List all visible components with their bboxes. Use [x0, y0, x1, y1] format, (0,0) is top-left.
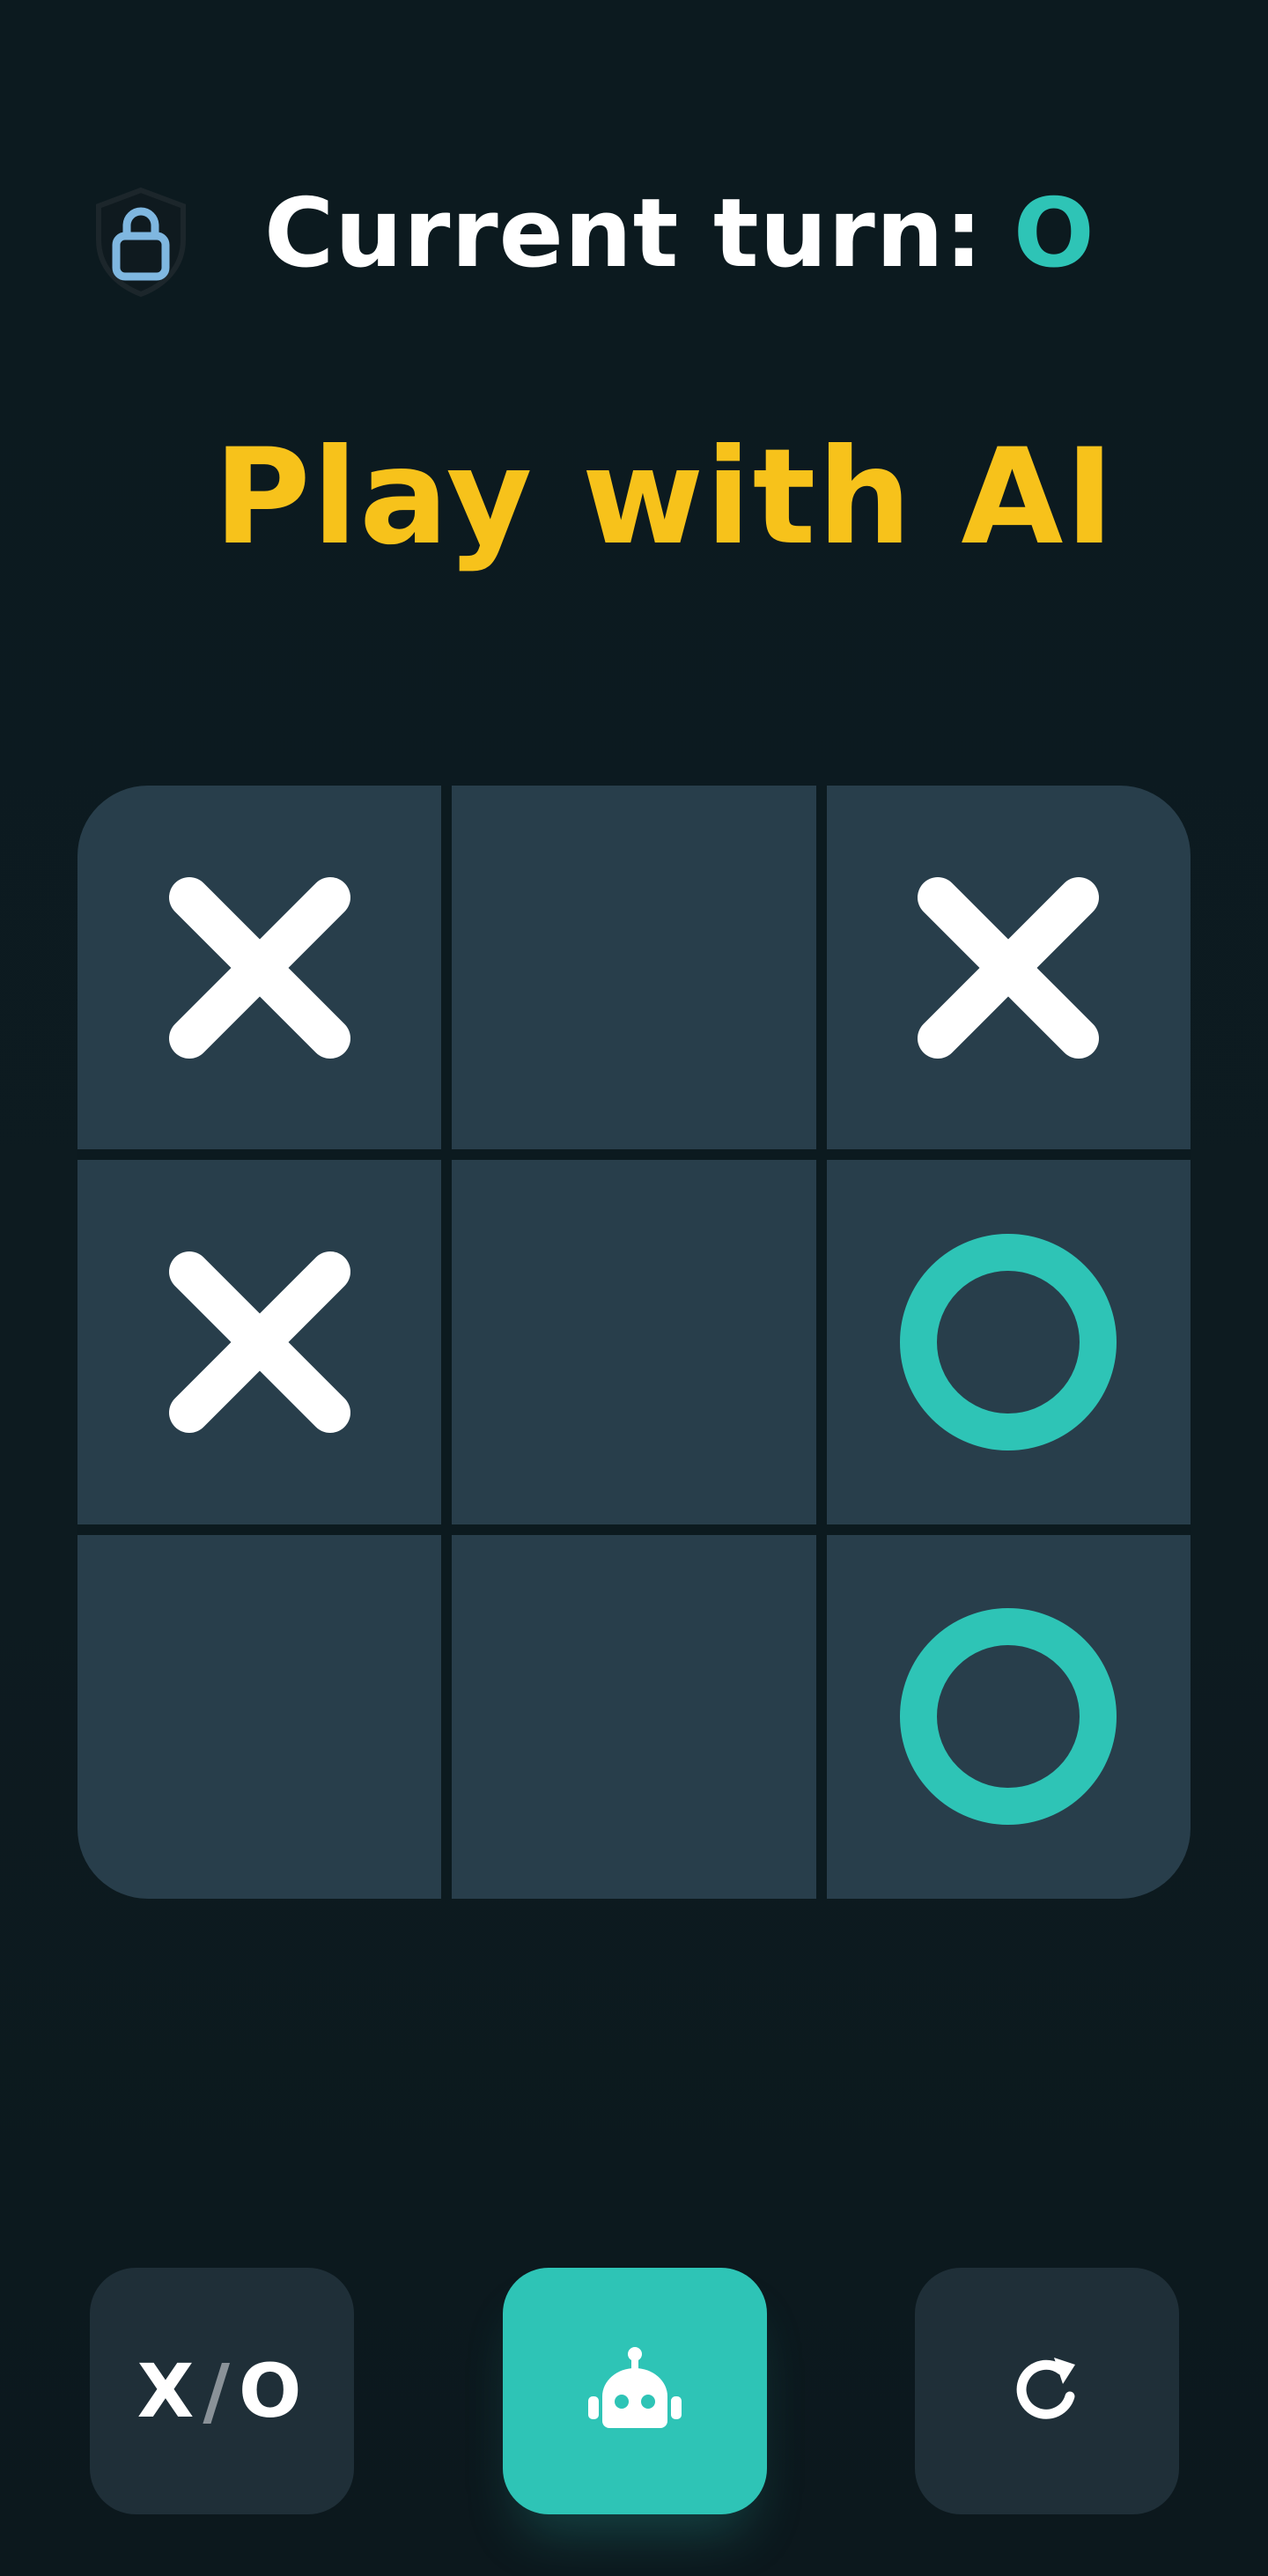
robot-icon	[586, 2345, 683, 2437]
board-cell-bottom-center[interactable]	[452, 1534, 816, 1899]
mode-toggle-slash: /	[203, 2348, 236, 2434]
board-cell-top-left[interactable]	[77, 786, 442, 1150]
board-cell-bottom-right[interactable]	[826, 1534, 1191, 1899]
x-mark-icon	[163, 871, 357, 1065]
restart-icon	[1010, 2352, 1084, 2430]
board-cell-middle-left[interactable]	[77, 1160, 442, 1524]
board-cell-bottom-left[interactable]	[77, 1534, 442, 1899]
game-board	[77, 786, 1191, 1899]
mode-toggle-x: X	[136, 2348, 200, 2434]
board-cell-top-center[interactable]	[452, 786, 816, 1150]
turn-value: O	[1013, 178, 1095, 289]
lock-shield-icon[interactable]	[90, 185, 192, 298]
game-screen: Current turn: O Play with AI X / O	[0, 0, 1268, 2576]
o-mark-icon	[898, 1606, 1118, 1827]
mode-toggle-o: O	[239, 2348, 307, 2434]
mode-title: Play with AI	[213, 421, 1117, 574]
x-mark-icon	[163, 1245, 357, 1439]
mode-toggle-label: X / O	[137, 2348, 307, 2434]
board-cell-center[interactable]	[452, 1160, 816, 1524]
o-mark-icon	[898, 1232, 1118, 1452]
board-cell-middle-right[interactable]	[826, 1160, 1191, 1524]
board-cell-top-right[interactable]	[826, 786, 1191, 1150]
ai-mode-button[interactable]	[503, 2268, 767, 2514]
mode-toggle-button[interactable]: X / O	[90, 2268, 354, 2514]
x-mark-icon	[911, 871, 1105, 1065]
turn-indicator: Current turn: O	[264, 167, 1095, 299]
restart-button[interactable]	[915, 2268, 1179, 2514]
turn-label: Current turn:	[264, 178, 984, 289]
